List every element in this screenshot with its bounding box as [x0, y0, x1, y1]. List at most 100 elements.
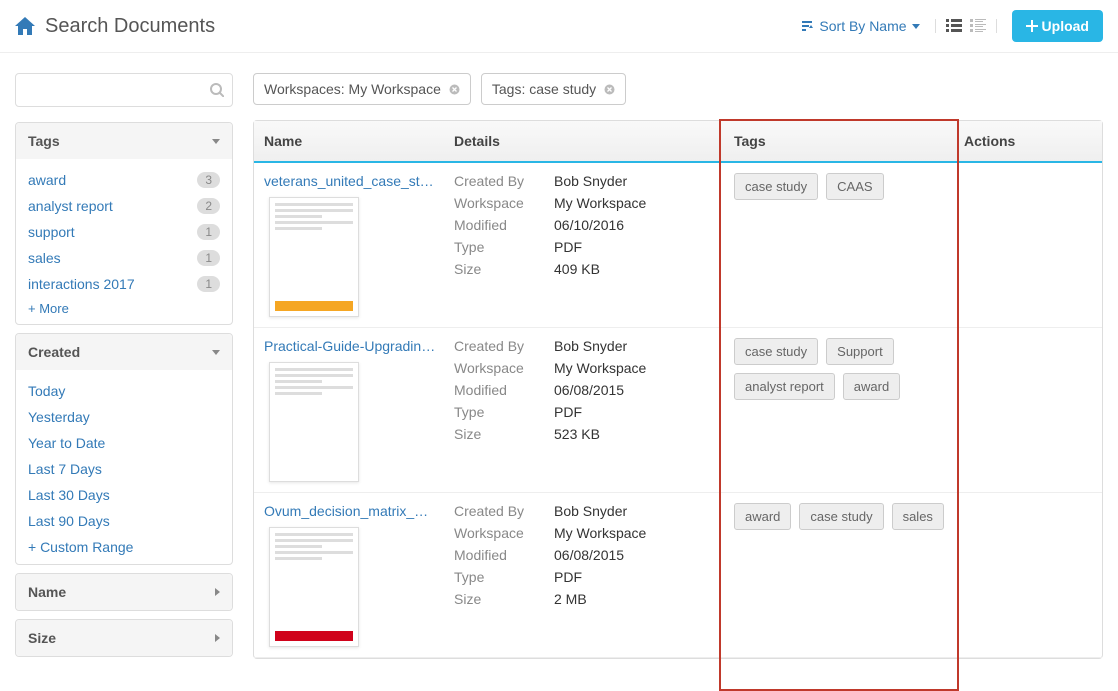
created-filter-item[interactable]: Year to Date	[28, 430, 220, 456]
detail-view-icon[interactable]	[970, 19, 986, 33]
th-name[interactable]: Name	[254, 121, 444, 161]
created-filter-item[interactable]: Last 90 Days	[28, 508, 220, 534]
tag[interactable]: Support	[826, 338, 894, 365]
tag[interactable]: case study	[734, 338, 818, 365]
facet-created-header[interactable]: Created	[16, 334, 232, 370]
caret-right-icon	[215, 588, 220, 596]
plus-icon	[1026, 20, 1038, 32]
chip-label: Workspaces: My Workspace	[264, 81, 441, 97]
filter-chip: Tags: case study	[481, 73, 626, 105]
facet-tag-count: 1	[197, 224, 220, 240]
facet-tag-count: 1	[197, 276, 220, 292]
th-details[interactable]: Details	[444, 121, 724, 161]
tag[interactable]: award	[734, 503, 791, 530]
facet-tag-item[interactable]: award 3	[28, 167, 220, 193]
th-tags[interactable]: Tags	[724, 121, 954, 161]
doc-details: Created ByBob SnyderWorkspaceMy Workspac…	[454, 173, 714, 277]
doc-title-link[interactable]: veterans_united_case_stu...	[264, 173, 439, 189]
facet-tag-label: support	[28, 224, 75, 240]
doc-tags: award case study sales	[734, 503, 944, 530]
filter-chip: Workspaces: My Workspace	[253, 73, 471, 105]
upload-label: Upload	[1042, 18, 1089, 34]
home-icon[interactable]	[15, 17, 35, 35]
results-table: Name Details Tags Actions veterans_unite…	[253, 120, 1103, 659]
tag[interactable]: case study	[734, 173, 818, 200]
facet-tag-item[interactable]: analyst report 2	[28, 193, 220, 219]
actions-cell	[954, 173, 1102, 317]
caret-down-icon	[212, 139, 220, 144]
chip-label: Tags: case study	[492, 81, 596, 97]
sort-label: Sort By Name	[819, 18, 906, 34]
tag[interactable]: award	[843, 373, 900, 400]
search-input-wrapper	[15, 73, 233, 107]
topbar-left: Search Documents	[15, 15, 215, 38]
topbar-right: Sort By Name Upload	[800, 10, 1103, 42]
actions-cell	[954, 503, 1102, 647]
search-input[interactable]	[24, 82, 210, 98]
caret-right-icon	[215, 634, 220, 642]
facet-size: Size	[15, 619, 233, 657]
upload-button[interactable]: Upload	[1012, 10, 1103, 42]
search-icon[interactable]	[210, 83, 224, 97]
facet-tag-label: interactions 2017	[28, 276, 135, 292]
facet-tag-label: sales	[28, 250, 61, 266]
doc-details: Created ByBob SnyderWorkspaceMy Workspac…	[454, 503, 714, 607]
table-header: Name Details Tags Actions	[254, 121, 1102, 163]
facet-created-title: Created	[28, 344, 80, 360]
created-filter-item[interactable]: Last 30 Days	[28, 482, 220, 508]
chip-remove-icon[interactable]	[449, 84, 460, 95]
doc-thumbnail[interactable]	[269, 527, 359, 647]
topbar: Search Documents Sort By Name Upload	[0, 0, 1118, 53]
caret-down-icon	[912, 24, 920, 29]
table-row: Ovum_decision_matrix_mu... Created ByBob …	[254, 493, 1102, 658]
doc-thumbnail[interactable]	[269, 197, 359, 317]
main: Tags award 3 analyst report 2 support 1 sales 1…	[0, 53, 1118, 685]
sidebar: Tags award 3 analyst report 2 support 1 sales 1…	[15, 73, 233, 665]
facet-tags: Tags award 3 analyst report 2 support 1 sales 1…	[15, 122, 233, 325]
chip-remove-icon[interactable]	[604, 84, 615, 95]
created-filter-item[interactable]: Today	[28, 378, 220, 404]
facet-tags-title: Tags	[28, 133, 60, 149]
facet-tag-item[interactable]: interactions 2017 1	[28, 271, 220, 297]
created-filter-item[interactable]: Yesterday	[28, 404, 220, 430]
facet-tag-count: 1	[197, 250, 220, 266]
facet-tag-count: 2	[197, 198, 220, 214]
sort-icon	[800, 19, 814, 33]
doc-details: Created ByBob SnyderWorkspaceMy Workspac…	[454, 338, 714, 442]
actions-cell	[954, 338, 1102, 482]
facet-name: Name	[15, 573, 233, 611]
content: Workspaces: My Workspace Tags: case study…	[253, 73, 1103, 659]
facet-size-header[interactable]: Size	[16, 620, 232, 656]
created-filter-item[interactable]: Last 7 Days	[28, 456, 220, 482]
list-view-icon[interactable]	[946, 19, 962, 33]
facet-tags-header[interactable]: Tags	[16, 123, 232, 159]
facet-tag-label: award	[28, 172, 66, 188]
facet-more[interactable]: + More	[28, 297, 220, 320]
facet-tag-item[interactable]: sales 1	[28, 245, 220, 271]
tag[interactable]: CAAS	[826, 173, 883, 200]
facet-tag-label: analyst report	[28, 198, 113, 214]
filter-chips: Workspaces: My Workspace Tags: case study	[253, 73, 1103, 105]
facet-name-title: Name	[28, 584, 66, 600]
tag[interactable]: sales	[892, 503, 944, 530]
th-actions[interactable]: Actions	[954, 121, 1102, 161]
table-row: Practical-Guide-Upgrading... Created ByBo…	[254, 328, 1102, 493]
caret-down-icon	[212, 350, 220, 355]
sort-dropdown[interactable]: Sort By Name	[800, 18, 919, 34]
doc-title-link[interactable]: Practical-Guide-Upgrading...	[264, 338, 439, 354]
table-row: veterans_united_case_stu... Created ByBob…	[254, 163, 1102, 328]
page-title: Search Documents	[45, 15, 215, 38]
doc-tags: case study Support analyst report award	[734, 338, 944, 400]
doc-title-link[interactable]: Ovum_decision_matrix_mu...	[264, 503, 439, 519]
facet-created: Created TodayYesterdayYear to DateLast 7…	[15, 333, 233, 565]
facet-tag-item[interactable]: support 1	[28, 219, 220, 245]
doc-tags: case study CAAS	[734, 173, 944, 200]
facet-tag-count: 3	[197, 172, 220, 188]
tag[interactable]: case study	[799, 503, 883, 530]
facet-size-title: Size	[28, 630, 56, 646]
tag[interactable]: analyst report	[734, 373, 835, 400]
facet-name-header[interactable]: Name	[16, 574, 232, 610]
doc-thumbnail[interactable]	[269, 362, 359, 482]
custom-range[interactable]: + Custom Range	[28, 534, 220, 560]
view-toggle	[935, 19, 997, 33]
